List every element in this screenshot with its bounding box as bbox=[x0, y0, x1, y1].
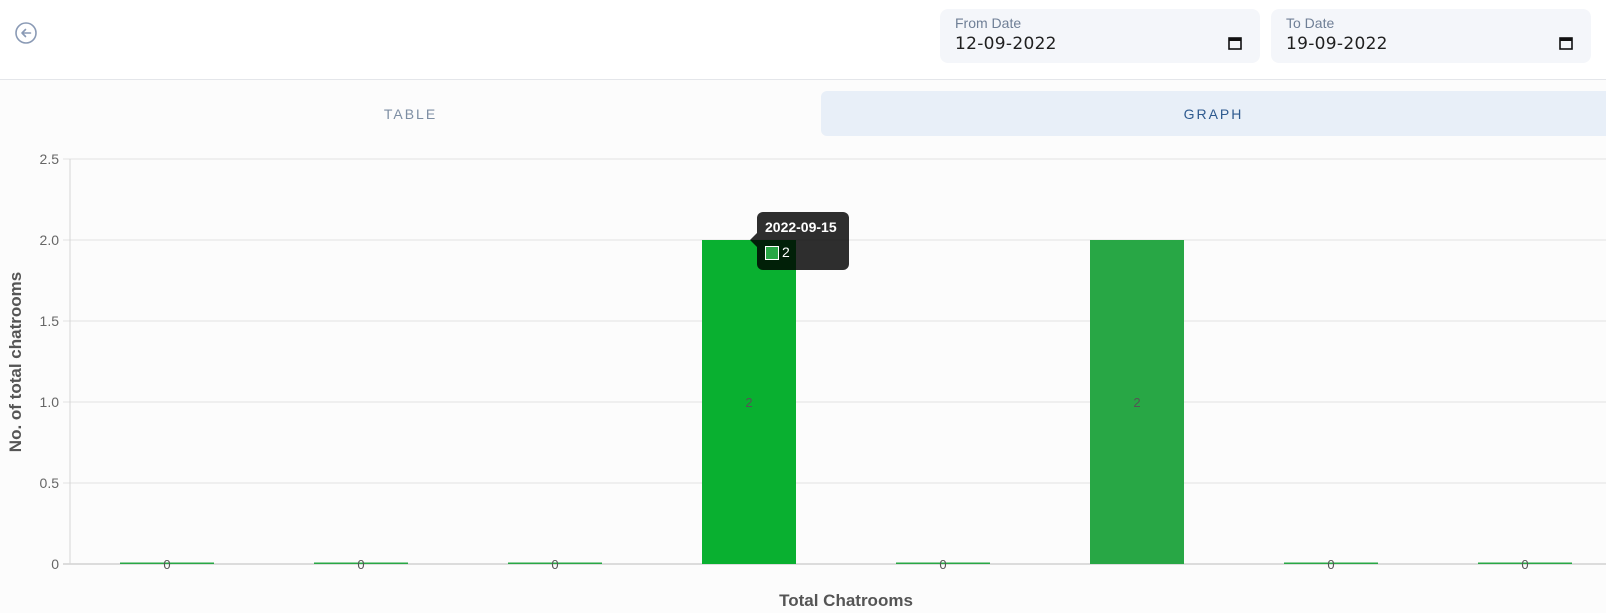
tooltip-title: 2022-09-15 bbox=[765, 219, 837, 235]
chart-tooltip: 2022-09-15 2 bbox=[750, 212, 849, 270]
bar-data-label: 0 bbox=[1327, 557, 1334, 572]
calendar-icon[interactable] bbox=[1228, 36, 1242, 50]
bar-data-label: 0 bbox=[939, 557, 946, 572]
y-tick-label: 2.5 bbox=[40, 151, 60, 167]
y-tick-label: 0 bbox=[51, 556, 59, 572]
y-tick-label: 1.0 bbox=[40, 394, 60, 410]
y-axis-ticks: 0 0.5 1.0 1.5 2.0 2.5 bbox=[40, 151, 60, 572]
bar-data-label: 0 bbox=[551, 557, 558, 572]
view-tabs: TABLE GRAPH bbox=[0, 91, 1606, 136]
tooltip-value: 2 bbox=[782, 244, 790, 260]
from-date-field[interactable]: From Date 12-09-2022 bbox=[940, 9, 1260, 63]
bar-data-label: 0 bbox=[357, 557, 364, 572]
bar-data-label: 2 bbox=[745, 395, 752, 410]
bar-chart: 0 0.5 1.0 1.5 2.0 2.5 0 0 0 2 0 2 0 0 No. of total c… bbox=[6, 151, 1606, 610]
bar-data-label: 0 bbox=[1521, 557, 1528, 572]
tab-graph[interactable]: GRAPH bbox=[821, 91, 1606, 136]
y-axis-title: No. of total chatrooms bbox=[6, 272, 25, 452]
to-date-value[interactable]: 19-09-2022 bbox=[1286, 34, 1388, 54]
x-axis-title: Total Chatrooms bbox=[779, 591, 913, 610]
y-tick-label: 2.0 bbox=[40, 232, 60, 248]
y-tick-label: 0.5 bbox=[40, 475, 60, 491]
from-date-label: From Date bbox=[955, 15, 1022, 31]
top-bar: From Date 12-09-2022 To Date 19-09-2022 bbox=[0, 0, 1606, 80]
chart-bars: 0 0 0 2 0 2 0 0 bbox=[120, 240, 1572, 572]
to-date-field[interactable]: To Date 19-09-2022 bbox=[1271, 9, 1591, 63]
y-tick-label: 1.5 bbox=[40, 313, 60, 329]
from-date-value[interactable]: 12-09-2022 bbox=[955, 34, 1057, 54]
back-arrow-icon[interactable] bbox=[14, 21, 38, 45]
calendar-icon[interactable] bbox=[1559, 36, 1573, 50]
bar-data-label: 0 bbox=[163, 557, 170, 572]
tab-table[interactable]: TABLE bbox=[0, 91, 821, 136]
to-date-label: To Date bbox=[1286, 15, 1335, 31]
tooltip-color-swatch bbox=[765, 246, 779, 260]
bar-data-label: 2 bbox=[1133, 395, 1140, 410]
